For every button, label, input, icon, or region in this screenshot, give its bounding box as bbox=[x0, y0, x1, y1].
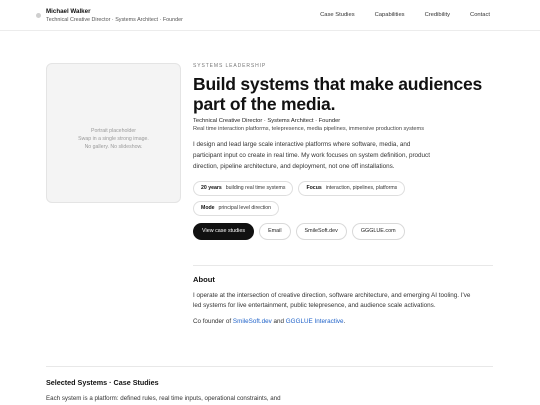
smilesoft-link[interactable]: SmileSoft.dev bbox=[233, 318, 272, 325]
chip-key: 20 years bbox=[201, 185, 222, 192]
divider bbox=[46, 366, 493, 367]
selected-systems-title: Selected Systems · Case Studies bbox=[46, 378, 159, 387]
brand-dot-icon bbox=[36, 13, 41, 18]
ggglue-link-button[interactable]: GGGLUE.com bbox=[351, 222, 405, 240]
chip-focus: Focus interaction, pipelines, platforms bbox=[298, 180, 406, 196]
email-button[interactable]: Email bbox=[259, 222, 291, 240]
nav-link-credibility[interactable]: Credibility bbox=[425, 11, 450, 19]
hero-eyebrow: SYSTEMS LEADERSHIP bbox=[193, 63, 267, 69]
brand[interactable]: Michael Walker Technical Creative Direct… bbox=[36, 8, 183, 24]
brand-name: Michael Walker bbox=[46, 8, 91, 15]
chip-key: Focus bbox=[306, 185, 322, 192]
chip-value: building real time systems bbox=[225, 185, 286, 192]
cofounder-paragraph: Co founder of SmileSoft.dev and GGGLUE I… bbox=[193, 317, 478, 327]
cofounder-and: and bbox=[271, 317, 286, 325]
portrait-line-2: Swap in a single strong image. bbox=[78, 136, 149, 142]
portrait-placeholder-text: Portrait placeholder Swap in a single st… bbox=[47, 127, 180, 151]
nav-link-case-studies[interactable]: Case Studies bbox=[320, 11, 354, 19]
top-navigation-bar: Michael Walker Technical Creative Direct… bbox=[0, 0, 540, 31]
portrait-line-3: No gallery. No slideshow. bbox=[84, 144, 143, 150]
chip-value: principal level direction bbox=[218, 205, 272, 212]
hero-headline: Build systems that make audiences part o… bbox=[193, 74, 483, 114]
hero-intro: I design and lead large scale interactiv… bbox=[193, 141, 430, 171]
about-title: About bbox=[193, 275, 215, 284]
cofounder-prefix: Co founder of bbox=[193, 317, 233, 325]
hero-actions: View case studies Email SmileSoft.dev GG… bbox=[193, 222, 493, 240]
portrait-placeholder: Portrait placeholder Swap in a single st… bbox=[46, 63, 181, 203]
hero-role: Technical Creative Director · Systems Ar… bbox=[193, 118, 341, 124]
portrait-line-1: Portrait placeholder bbox=[91, 128, 136, 134]
fact-chips: 20 years building real time systems Focu… bbox=[193, 180, 483, 216]
hero-section: SYSTEMS LEADERSHIP Build systems that ma… bbox=[193, 62, 493, 240]
ggglue-link[interactable]: GGGLUE Interactive bbox=[286, 318, 344, 325]
smilesoft-link-button[interactable]: SmileSoft.dev bbox=[295, 222, 347, 240]
nav-link-capabilities[interactable]: Capabilities bbox=[375, 11, 405, 19]
chip-mode: Mode principal level direction bbox=[193, 200, 280, 216]
view-case-studies-button[interactable]: View case studies bbox=[193, 222, 255, 240]
chip-value: interaction, pipelines, platforms bbox=[325, 185, 398, 192]
main-nav: Case Studies Capabilities Credibility Co… bbox=[320, 11, 490, 19]
cofounder-period: . bbox=[343, 317, 346, 325]
selected-systems-lead: Each system is a platform: defined rules… bbox=[46, 395, 281, 402]
chip-key: Mode bbox=[201, 205, 215, 212]
brand-tagline: Technical Creative Director · Systems Ar… bbox=[46, 17, 183, 23]
hero-role-subtitle: Real time interaction platforms, telepre… bbox=[193, 125, 424, 132]
divider bbox=[193, 265, 493, 266]
nav-link-contact[interactable]: Contact bbox=[470, 11, 490, 19]
about-paragraph: I operate at the intersection of creativ… bbox=[193, 292, 471, 309]
about-section: About I operate at the intersection of c… bbox=[193, 275, 493, 326]
chip-experience: 20 years building real time systems bbox=[193, 180, 294, 196]
